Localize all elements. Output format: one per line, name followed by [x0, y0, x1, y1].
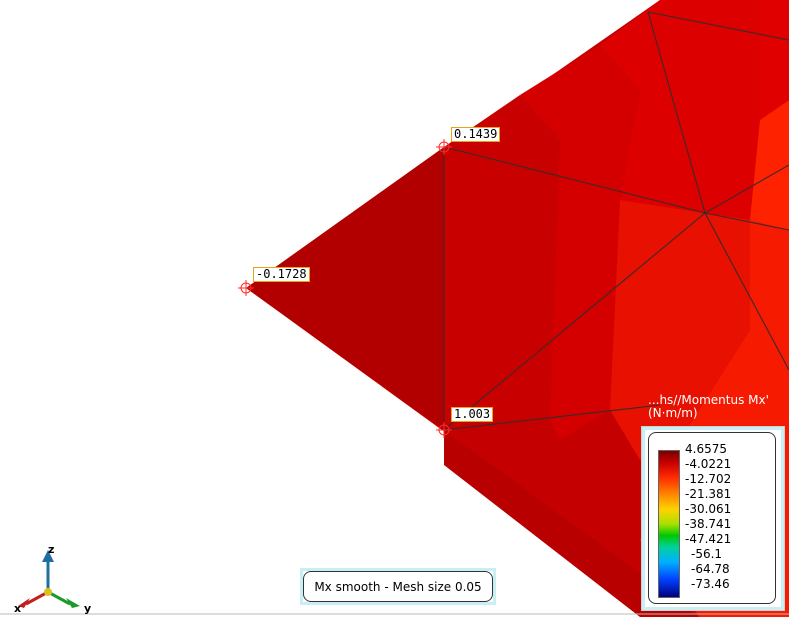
plate-region-dark — [246, 147, 444, 430]
z-axis-label: z — [48, 543, 55, 556]
x-axis-label: x — [14, 602, 22, 615]
legend-value: -4.0221 — [685, 457, 732, 471]
legend-color-bar — [658, 450, 680, 598]
result-caption-text: Mx smooth - Mesh size 0.05 — [303, 571, 493, 602]
legend-value: -73.46 — [691, 577, 730, 591]
legend-value: -56.1 — [691, 547, 723, 561]
y-axis-arrow — [47, 590, 80, 608]
legend-value: -47.421 — [685, 532, 732, 546]
probe-label-left: -0.1728 — [253, 267, 310, 282]
legend-title-units: (N·m/m) — [648, 406, 698, 420]
result-caption: Mx smooth - Mesh size 0.05 — [300, 568, 496, 605]
y-axis-label: y — [84, 602, 92, 615]
probe-label-top: 0.1439 — [451, 127, 501, 142]
legend-value: -21.381 — [685, 487, 732, 501]
z-axis-arrow — [42, 550, 54, 592]
legend-title: ...hs//Momentus Mx' (N·m/m) — [648, 394, 769, 420]
plate-band-1 — [444, 95, 560, 430]
legend-value: 4.6575 — [685, 442, 727, 456]
probe-label-bottom: 1.003 — [451, 407, 494, 422]
legend-value: -30.061 — [685, 502, 732, 516]
legend-frame: 4.6575 -4.0221 -12.702 -21.381 -30.061 -… — [648, 432, 776, 604]
triad-origin — [44, 588, 52, 596]
axis-triad[interactable]: z x y — [10, 540, 100, 615]
x-axis-arrow — [18, 590, 49, 608]
plate-band-7 — [760, 0, 789, 120]
legend-value: -64.78 — [691, 562, 730, 576]
legend-value: -38.741 — [685, 517, 732, 531]
probe-marker-left[interactable] — [238, 280, 254, 296]
color-legend[interactable]: 4.6575 -4.0221 -12.702 -21.381 -30.061 -… — [641, 426, 785, 611]
legend-value: -12.702 — [685, 472, 732, 486]
